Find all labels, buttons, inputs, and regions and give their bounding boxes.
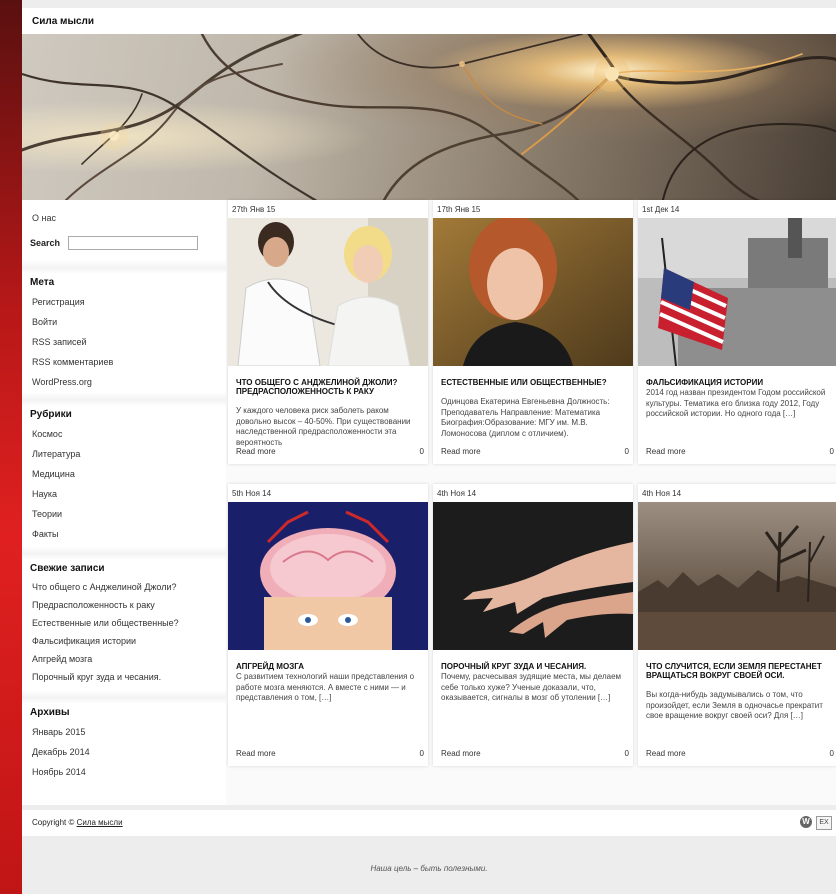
archive-item-dec-2014[interactable]: Декабрь 2014 [32, 742, 226, 762]
meta-item-rss-comments[interactable]: RSS комментариев [32, 352, 226, 372]
comment-count[interactable]: 0 [625, 447, 629, 456]
post-date: 17th Янв 15 [437, 205, 481, 214]
post-excerpt: Почему, расчесывая зудящие места, мы дел… [441, 672, 622, 702]
sidebar-about-link[interactable]: О нас [32, 208, 226, 228]
post-image[interactable] [433, 218, 633, 366]
rubric-item-space[interactable]: Космос [32, 424, 226, 444]
post-excerpt: 2014 год назван президентом Годом россий… [646, 388, 826, 418]
read-more-link[interactable]: Read more [236, 749, 276, 758]
post-image[interactable] [638, 218, 836, 366]
post-card: 4th Ноя 14 ПОРОЧНЫЙ КРУГ ЗУДА И ЧЕСАНИЯ.… [433, 484, 633, 766]
post-card: 4th Ноя 14 ЧТО СЛУЧИТСЯ, ЕСЛИ ЗЕМЛЯ ПЕРЕ… [638, 484, 836, 766]
site-title[interactable]: Сила мысли [32, 16, 94, 27]
wordpress-icon[interactable]: W [800, 816, 812, 828]
recent-item[interactable]: Фальсификация истории [32, 632, 226, 650]
top-bar: Сила мысли [22, 8, 836, 34]
meta-item-wordpress[interactable]: WordPress.org [32, 372, 226, 392]
comment-count[interactable]: 0 [420, 749, 424, 758]
sidebar-recent: Свежие записи Что общего с Анджелиной Дж… [22, 546, 226, 686]
copyright-link[interactable]: Сила мысли [77, 818, 123, 827]
read-more-link[interactable]: Read more [441, 447, 481, 456]
post-card: 17th Янв 15 ЕСТЕСТВЕННЫЕ ИЛИ ОБЩЕСТВЕННЫ… [433, 200, 633, 464]
read-more-link[interactable]: Read more [646, 447, 686, 456]
read-more-link[interactable]: Read more [646, 749, 686, 758]
post-image[interactable] [433, 502, 633, 650]
sidebar-archives: Архивы Январь 2015 Декабрь 2014 Ноябрь 2… [22, 690, 226, 782]
sidebar-about: О нас [22, 208, 226, 228]
rubric-item-theories[interactable]: Теории [32, 504, 226, 524]
page: Сила мысли О нас Search Мета Регистрация… [22, 0, 836, 894]
post-excerpt: Вы когда-нибудь задумывались о том, что … [646, 690, 823, 720]
post-grid: 27th Янв 15 ЧТО ОБЩЕГО С АНДЖЕЛИНОЙ ДЖОЛ… [226, 200, 836, 805]
post-title[interactable]: ЧТО СЛУЧИТСЯ, ЕСЛИ ЗЕМЛЯ ПЕРЕСТАНЕТ ВРАЩ… [646, 662, 832, 680]
search-label: Search [30, 238, 61, 248]
post-date: 5th Ноя 14 [232, 489, 272, 498]
post-card: 27th Янв 15 ЧТО ОБЩЕГО С АНДЖЕЛИНОЙ ДЖОЛ… [228, 200, 428, 464]
sidebar: О нас Search Мета Регистрация Войти RSS … [22, 200, 226, 805]
separator [22, 690, 226, 704]
recent-item[interactable]: Предрасположенность к раку [32, 596, 226, 614]
footer: Copyright © Сила мысли W EX [22, 810, 836, 836]
read-more-link[interactable]: Read more [441, 749, 481, 758]
rubric-item-science[interactable]: Наука [32, 484, 226, 504]
comment-count[interactable]: 0 [420, 447, 424, 456]
post-title[interactable]: ПОРОЧНЫЙ КРУГ ЗУДА И ЧЕСАНИЯ. [441, 662, 627, 671]
post-title[interactable]: ЧТО ОБЩЕГО С АНДЖЕЛИНОЙ ДЖОЛИ? ПРЕДРАСПО… [236, 378, 422, 396]
archive-item-jan-2015[interactable]: Январь 2015 [32, 722, 226, 742]
post-card: 1st Дек 14 ФАЛЬСИФИКАЦИЯ ИСТОРИИ 2014 го… [638, 200, 836, 464]
header-image [22, 34, 836, 200]
archive-item-nov-2014[interactable]: Ноябрь 2014 [32, 762, 226, 782]
meta-item-rss-posts[interactable]: RSS записей [32, 332, 226, 352]
archives-title: Архивы [30, 707, 70, 718]
rubric-item-facts[interactable]: Факты [32, 524, 226, 544]
comment-count[interactable]: 0 [625, 749, 629, 758]
post-image[interactable] [228, 218, 428, 366]
post-image[interactable] [228, 502, 428, 650]
post-title[interactable]: ЕСТЕСТВЕННЫЕ ИЛИ ОБЩЕСТВЕННЫЕ? [441, 378, 627, 387]
read-more-link[interactable]: Read more [236, 447, 276, 456]
neuron-illustration [22, 34, 836, 200]
recent-item[interactable]: Апгрейд мозга [32, 650, 226, 668]
rubric-item-literature[interactable]: Литература [32, 444, 226, 464]
post-date: 27th Янв 15 [232, 205, 276, 214]
search-input[interactable] [68, 236, 198, 250]
post-date: 4th Ноя 14 [437, 489, 477, 498]
separator [22, 546, 226, 560]
ex-icon[interactable]: EX [816, 816, 832, 830]
recent-item[interactable]: Что общего с Анджелиной Джоли? [32, 578, 226, 596]
copyright-prefix: Copyright © [32, 818, 75, 827]
copyright: Copyright © Сила мысли [32, 818, 123, 827]
post-excerpt: У каждого человека риск заболеть раком д… [236, 406, 411, 447]
meta-item-register[interactable]: Регистрация [32, 292, 226, 312]
recent-item[interactable]: Естественные или общественные? [32, 614, 226, 632]
post-date: 1st Дек 14 [642, 205, 680, 214]
separator [22, 392, 226, 406]
post-excerpt: С развитием технологий наши представлени… [236, 672, 415, 702]
comment-count[interactable]: 0 [830, 447, 834, 456]
post-image[interactable] [638, 502, 836, 650]
post-excerpt: Одинцова Екатерина Евгеньевна Должность:… [441, 397, 610, 438]
site-tagline: Наша цель – быть полезными. [370, 864, 488, 873]
post-card: 5th Ноя 14 АПГРЕЙД МОЗГА С развитием тех… [228, 484, 428, 766]
post-title[interactable]: АПГРЕЙД МОЗГА [236, 662, 422, 671]
comment-count[interactable]: 0 [830, 749, 834, 758]
rubric-item-medicine[interactable]: Медицина [32, 464, 226, 484]
post-title[interactable]: ФАЛЬСИФИКАЦИЯ ИСТОРИИ [646, 378, 832, 387]
sidebar-rubrics: Рубрики Космос Литература Медицина Наука… [22, 392, 226, 544]
post-date: 4th Ноя 14 [642, 489, 682, 498]
meta-item-login[interactable]: Войти [32, 312, 226, 332]
recent-title: Свежие записи [30, 563, 105, 574]
recent-item[interactable]: Порочный круг зуда и чесания. [32, 668, 226, 686]
sidebar-meta: Мета Регистрация Войти RSS записей RSS к… [22, 260, 226, 392]
separator [22, 260, 226, 274]
left-red-bar [0, 0, 22, 894]
rubrics-title: Рубрики [30, 409, 72, 420]
meta-title: Мета [30, 277, 55, 288]
